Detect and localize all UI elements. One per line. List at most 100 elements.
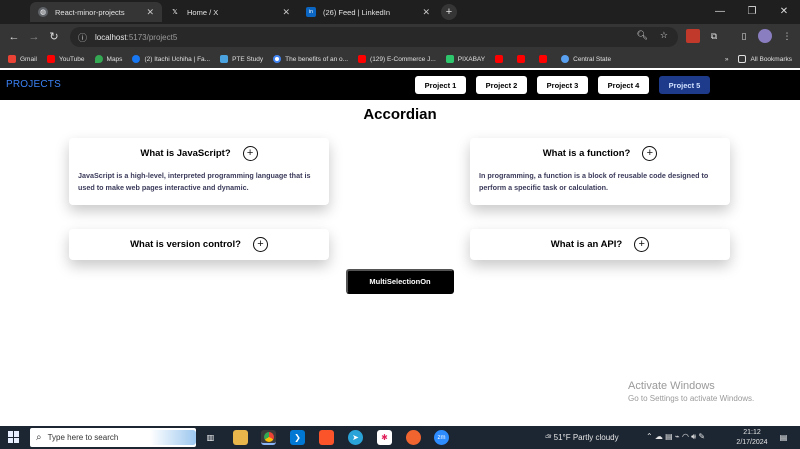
bookmark-facebook[interactable]: (2) Itachi Uchiha | Fa...: [132, 55, 210, 63]
tab-title: React-minor-projects: [55, 7, 125, 17]
globe-icon: ◍: [38, 7, 48, 17]
file-explorer-icon[interactable]: [233, 430, 248, 445]
bookmark-star-icon[interactable]: ☆: [660, 30, 668, 41]
task-view-icon[interactable]: ▥: [203, 430, 218, 445]
window-controls: — ❐ ✕: [704, 0, 800, 24]
accordion-question: What is an API?: [550, 238, 623, 250]
url-host: localhost: [95, 32, 127, 42]
activate-windows-watermark: Activate Windows Go to Settings to activ…: [628, 380, 755, 403]
close-icon[interactable]: ✕: [282, 7, 290, 18]
weather-widget[interactable]: ⛅︎ 51°F Partly cloudy: [545, 433, 619, 443]
youtube-icon: [517, 55, 526, 63]
folder-icon: [738, 55, 747, 63]
postman-icon[interactable]: [406, 430, 421, 445]
accordion-item-version-control: What is version control? +: [69, 229, 329, 260]
site-info-icon[interactable]: ⓘ: [78, 31, 87, 44]
accordion-answer: JavaScript is a high-level, interpreted …: [78, 171, 311, 192]
search-highlight-image: [150, 430, 196, 445]
forward-arrow-icon[interactable]: →: [26, 29, 42, 45]
accordion-header[interactable]: What is JavaScript? +: [69, 138, 329, 168]
plus-icon[interactable]: +: [242, 145, 258, 161]
project-nav: Project 1 Project 2 Project 3 Project 4 …: [415, 76, 710, 94]
nav-project-4[interactable]: Project 4: [598, 76, 649, 94]
address-bar-row: ← → ↻ ⓘ localhost:5173/project5 🔍︎ ☆ ⧉ ▯…: [0, 24, 800, 50]
telegram-icon[interactable]: ➤: [348, 430, 363, 445]
bookmark-maps[interactable]: Maps: [94, 55, 122, 63]
nav-project-5[interactable]: Project 5: [659, 76, 710, 94]
cloud-sun-icon: ⛅︎: [545, 433, 554, 442]
url-path: :5173/project5: [126, 32, 178, 42]
nav-project-2[interactable]: Project 2: [476, 76, 527, 94]
accordion-header[interactable]: What is a function? +: [470, 138, 730, 168]
notifications-icon[interactable]: ▤: [776, 430, 791, 445]
extension-icon[interactable]: [686, 29, 700, 43]
profile-avatar[interactable]: [758, 29, 772, 43]
bookmark-youtube-2[interactable]: [495, 55, 507, 63]
extensions-puzzle-icon[interactable]: ⧉: [707, 29, 721, 43]
pte-icon: [220, 55, 229, 63]
bookmark-pixabay[interactable]: PIXABAY: [445, 55, 485, 63]
multi-selection-toggle-button[interactable]: MultiSelectionOn: [346, 269, 454, 294]
more-bookmarks-icon[interactable]: »: [725, 56, 729, 63]
close-icon[interactable]: ✕: [146, 7, 154, 18]
tab-react-minor-projects[interactable]: ◍ React-minor-projects ✕: [30, 2, 162, 22]
taskbar-clock[interactable]: 21:12 2/17/2024: [732, 428, 772, 448]
tab-linkedin[interactable]: in (26) Feed | LinkedIn ✕: [298, 2, 438, 22]
nav-project-3[interactable]: Project 3: [537, 76, 588, 94]
bookmark-youtube-3[interactable]: [517, 55, 529, 63]
accordion-question: What is version control?: [130, 238, 241, 250]
app-navbar: PROJECTS Project 1 Project 2 Project 3 P…: [0, 70, 800, 100]
all-bookmarks[interactable]: All Bookmarks: [738, 55, 792, 63]
close-icon[interactable]: ✕: [422, 7, 430, 18]
globe-icon: [561, 55, 570, 63]
slack-icon[interactable]: ✱: [377, 430, 392, 445]
bookmark-youtube-4[interactable]: [539, 55, 551, 63]
bookmark-central-state[interactable]: Central State: [561, 55, 611, 63]
chrome-icon[interactable]: [261, 430, 276, 445]
zoom-app-icon[interactable]: zm: [434, 430, 449, 445]
bookmark-benefits[interactable]: The benefits of an o...: [273, 55, 348, 63]
restore-icon[interactable]: ❐: [736, 0, 768, 24]
accordion-question: What is a function?: [542, 147, 631, 159]
browser-tab-bar: ◍ React-minor-projects ✕ 𝕏 Home / X ✕ in…: [0, 0, 800, 24]
gmail-icon: [8, 55, 16, 63]
tray-chevron-icon[interactable]: ⌃ ☁ ▤ ⌁ ◠ 🔊︎ ✎: [646, 432, 705, 442]
linkedin-icon: in: [306, 7, 316, 17]
bookmark-gmail[interactable]: Gmail: [8, 55, 37, 63]
tab-home-x[interactable]: 𝕏 Home / X ✕: [162, 2, 298, 22]
bookmark-youtube[interactable]: YouTube: [46, 55, 85, 63]
accordion-item-api: What is an API? +: [470, 229, 730, 260]
plus-icon[interactable]: +: [634, 236, 650, 252]
pixabay-icon: [445, 55, 454, 63]
search-icon: ⌕: [36, 432, 42, 443]
x-logo-icon: 𝕏: [172, 9, 178, 16]
nav-project-1[interactable]: Project 1: [415, 76, 466, 94]
windows-start-icon[interactable]: [8, 431, 20, 443]
plus-icon[interactable]: +: [642, 145, 658, 161]
bookmark-ecommerce[interactable]: (129) E-Commerce J...: [358, 55, 436, 63]
new-tab-button[interactable]: +: [441, 4, 457, 20]
minimize-icon[interactable]: —: [704, 0, 736, 24]
accordion-header[interactable]: What is version control? +: [69, 229, 329, 259]
page-title: Accordian: [363, 106, 437, 123]
menu-dots-icon[interactable]: ⋮: [780, 29, 794, 43]
youtube-icon: [358, 55, 367, 63]
brand-logo[interactable]: PROJECTS: [6, 79, 61, 90]
zoom-icon[interactable]: 🔍︎: [636, 30, 647, 41]
back-arrow-icon[interactable]: ←: [6, 29, 22, 45]
url-bar[interactable]: ⓘ localhost:5173/project5 🔍︎ ☆: [70, 27, 678, 47]
plus-icon[interactable]: +: [252, 236, 268, 252]
brave-icon[interactable]: [319, 430, 334, 445]
accordion-question: What is JavaScript?: [140, 147, 231, 159]
bookmark-pte-study[interactable]: PTE Study: [220, 55, 263, 63]
side-panel-icon[interactable]: ▯: [737, 29, 751, 43]
maps-icon: [94, 55, 103, 63]
reload-icon[interactable]: ↻: [46, 29, 62, 45]
close-window-icon[interactable]: ✕: [768, 0, 800, 24]
accordion-item-function: What is a function? + In programming, a …: [470, 138, 730, 205]
youtube-icon: [495, 55, 504, 63]
tab-title: Home / X: [187, 7, 219, 17]
accordion-header[interactable]: What is an API? +: [470, 229, 730, 259]
vscode-icon[interactable]: ❯: [290, 430, 305, 445]
accordion-answer: In programming, a function is a block of…: [479, 171, 709, 192]
